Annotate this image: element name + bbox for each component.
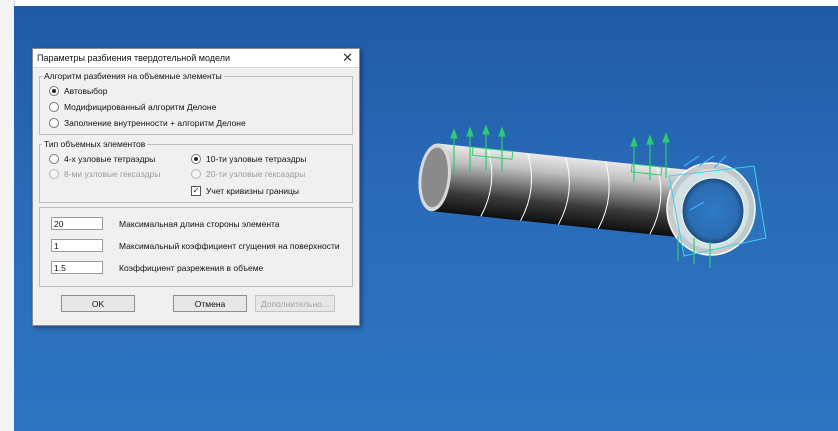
max-coeff-input[interactable]: 1 [51, 239, 103, 252]
radio-icon [191, 169, 201, 179]
radio-fill-delaunay[interactable]: Заполнение внутренности + алгоритм Делон… [49, 118, 246, 128]
checkbox-icon[interactable]: ✓ [191, 186, 201, 196]
radio-label: 10-ти узловые тетраэдры [206, 154, 307, 164]
radio-icon[interactable] [191, 154, 201, 164]
rarefaction-label: Коэффициент разрежения в объеме [119, 263, 264, 273]
ok-button[interactable]: OK [61, 295, 135, 312]
radio-hexa20: 20-ти узловые гексаэдры [191, 169, 305, 179]
checkbox-label: Учет кривизны границы [206, 186, 300, 196]
algorithm-group-legend: Алгоритм разбиения на объемные элементы [44, 71, 222, 81]
radio-hexa8: 8-ми узловые гексаэдры [49, 169, 160, 179]
radio-icon [49, 169, 59, 179]
radio-label: 8-ми узловые гексаэдры [64, 169, 161, 179]
radio-tetra4[interactable]: 4-х узловые тетраэдры [49, 154, 155, 164]
mesh-params-dialog: Параметры разбиения твердотельной модели… [32, 48, 360, 326]
max-side-label: Максимальная длина стороны элемента [119, 219, 280, 229]
curvature-checkbox[interactable]: ✓ Учет кривизны границы [191, 186, 299, 196]
close-icon[interactable]: ✕ [342, 50, 353, 66]
radio-tetra10[interactable]: 10-ти узловые тетраэдры [191, 154, 306, 164]
radio-icon[interactable] [49, 154, 59, 164]
max-coeff-label: Максимальный коэффициент сгущения на пов… [119, 241, 340, 251]
more-button: Дополнительно... [255, 295, 335, 312]
radio-label: Автовыбор [64, 86, 108, 96]
element-type-legend: Тип объемных элементов [44, 139, 146, 149]
radio-label: 4-х узловые тетраэдры [64, 154, 156, 164]
rarefaction-input[interactable]: 1.5 [51, 261, 103, 274]
radio-modified-delaunay[interactable]: Модифицированный алгоритм Делоне [49, 102, 216, 112]
dialog-title: Параметры разбиения твердотельной модели [37, 53, 231, 63]
cancel-button[interactable]: Отмена [173, 295, 247, 312]
radio-label: Заполнение внутренности + алгоритм Делон… [64, 118, 246, 128]
radio-icon[interactable] [49, 86, 59, 96]
radio-label: Модифицированный алгоритм Делоне [64, 102, 217, 112]
radio-label: 20-ти узловые гексаэдры [206, 169, 306, 179]
max-side-input[interactable]: 20 [51, 217, 103, 230]
radio-autoselect[interactable]: Автовыбор [49, 86, 107, 96]
pipe-body [418, 143, 713, 241]
radio-icon[interactable] [49, 102, 59, 112]
left-panel-strip [0, 0, 15, 431]
radio-icon[interactable] [49, 118, 59, 128]
selection-box [668, 165, 767, 257]
dialog-titlebar: Параметры разбиения твердотельной модели… [33, 49, 359, 68]
